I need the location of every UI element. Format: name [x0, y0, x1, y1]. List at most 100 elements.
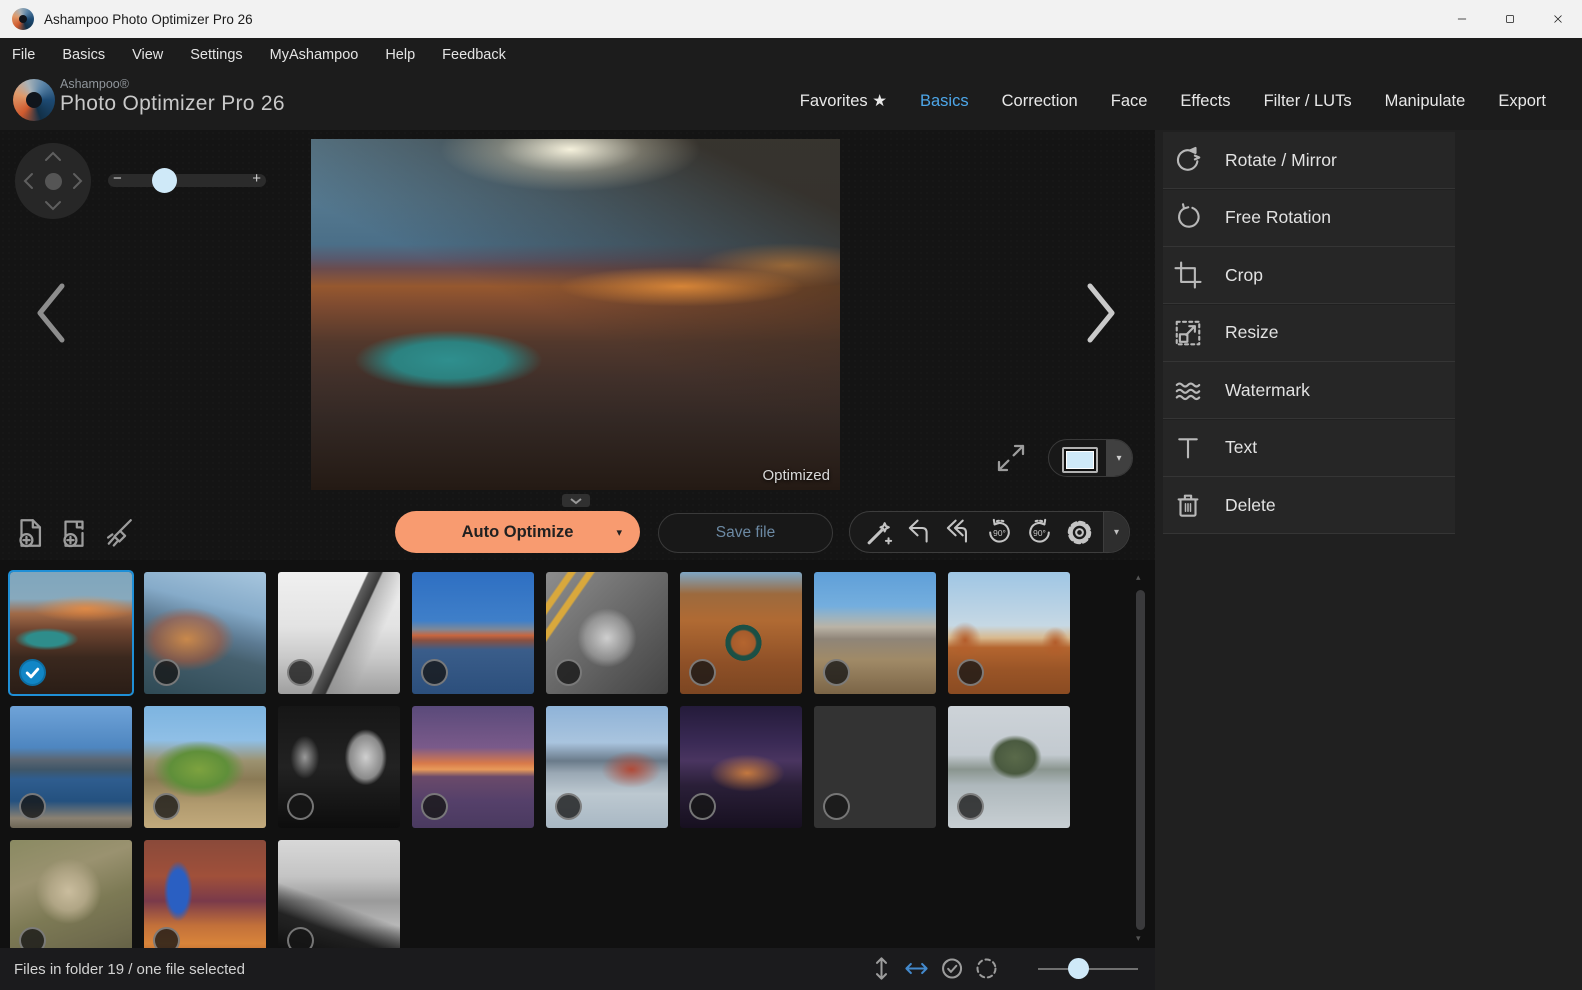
tool-resize[interactable]: Resize [1163, 305, 1455, 362]
menu-file[interactable]: File [12, 47, 35, 63]
clear-list-button[interactable] [101, 516, 135, 550]
select-badge[interactable] [957, 659, 984, 686]
select-badge[interactable] [555, 793, 582, 820]
thumbnail-old-green-truck[interactable] [144, 706, 266, 828]
thumbnail-mailboxes-row[interactable] [814, 572, 936, 694]
tool-crop[interactable]: Crop [1163, 247, 1455, 304]
add-folder-button[interactable] [57, 516, 91, 550]
thumbnail-sunset-city-skyline[interactable] [412, 706, 534, 828]
tab-filter-luts[interactable]: Filter / LUTs [1264, 92, 1352, 111]
select-badge[interactable] [19, 927, 46, 948]
fit-horizontal-icon[interactable] [903, 955, 930, 982]
thumbnail-red-boathouse-fjord[interactable] [546, 706, 668, 828]
view-mode-dropdown[interactable]: ▾ [1106, 440, 1132, 476]
fit-vertical-icon[interactable] [868, 955, 895, 982]
tab-basics[interactable]: Basics [920, 92, 969, 111]
settings-gear-button[interactable] [1064, 517, 1095, 548]
tab-correction[interactable]: Correction [1002, 92, 1078, 111]
show-optimized-icon[interactable] [938, 955, 965, 982]
menu-help[interactable]: Help [385, 47, 415, 63]
zoom-slider-thumb[interactable] [152, 168, 177, 193]
rotate-left-90-button[interactable]: 90° [984, 517, 1015, 548]
thumbnail-route-66-road-bw[interactable] [546, 572, 668, 694]
tab-manipulate[interactable]: Manipulate [1385, 92, 1466, 111]
menu-myashampoo[interactable]: MyAshampoo [270, 47, 359, 63]
close-button[interactable] [1534, 0, 1582, 38]
maximize-icon [1503, 12, 1517, 26]
rotate-right-90-button[interactable]: 90° [1024, 517, 1055, 548]
selected-check-badge[interactable] [19, 659, 46, 686]
menu-settings[interactable]: Settings [190, 47, 242, 63]
add-file-button[interactable] [13, 516, 47, 550]
select-badge[interactable] [287, 927, 314, 948]
select-badge[interactable] [421, 793, 448, 820]
magic-wand-plus-button[interactable] [864, 517, 895, 548]
tab-favorites[interactable]: Favorites ★ [800, 91, 887, 111]
thumbnail-scrollbar[interactable]: ▴ ▾ [1135, 560, 1147, 948]
tab-face[interactable]: Face [1111, 92, 1148, 111]
select-badge[interactable] [823, 793, 850, 820]
select-badge[interactable] [153, 927, 180, 948]
menu-view[interactable]: View [132, 47, 163, 63]
minimize-button[interactable] [1438, 0, 1486, 38]
preview-image[interactable]: Optimized [311, 139, 840, 490]
history-dropdown[interactable]: ▾ [1103, 512, 1129, 552]
select-badge[interactable] [153, 793, 180, 820]
undo-button[interactable] [904, 517, 935, 548]
thumbnail-venice-gondolas-bw[interactable] [278, 840, 400, 948]
pending-optimization-icon[interactable] [973, 955, 1000, 982]
tool-text[interactable]: Text [1163, 420, 1455, 477]
thumbnail-lofoten-harbor[interactable] [10, 706, 132, 828]
scroll-up-icon[interactable]: ▴ [1136, 572, 1141, 583]
thumbnail-golden-gate-fog-bw[interactable] [278, 572, 400, 694]
menu-feedback[interactable]: Feedback [442, 47, 506, 63]
thumbnail-size-slider[interactable] [1038, 968, 1138, 970]
thumbnail-horseshoe-bend[interactable] [680, 572, 802, 694]
select-badge[interactable] [153, 659, 180, 686]
menu-basics[interactable]: Basics [62, 47, 105, 63]
thumbnail-skyline-reflection[interactable] [814, 706, 936, 828]
select-badge[interactable] [287, 793, 314, 820]
scrollbar-thumb[interactable] [1136, 590, 1145, 930]
thumbnail-night-city-skyline[interactable] [680, 706, 802, 828]
pan-control[interactable] [15, 143, 91, 219]
brand-name: Ashampoo® [60, 78, 285, 92]
select-badge[interactable] [19, 793, 46, 820]
select-badge[interactable] [823, 659, 850, 686]
fullscreen-expand-icon[interactable] [995, 442, 1027, 474]
select-badge[interactable] [555, 659, 582, 686]
maximize-button[interactable] [1486, 0, 1534, 38]
thumbnail-buddha-statue[interactable] [10, 840, 132, 948]
zoom-out-label[interactable]: − [113, 170, 122, 187]
auto-optimize-button[interactable]: Auto Optimize ▾ [395, 511, 640, 553]
tool-watermark[interactable]: Watermark [1163, 362, 1455, 419]
thumbnail-boathouses-harbor[interactable] [412, 572, 534, 694]
tab-effects[interactable]: Effects [1180, 92, 1230, 111]
undo-all-button[interactable] [944, 517, 975, 548]
thumbnail-cinque-terre-village[interactable] [144, 572, 266, 694]
thumbnail-lake-bled-church[interactable] [948, 706, 1070, 828]
save-file-button[interactable]: Save file [658, 513, 833, 553]
view-mode-button[interactable]: ▾ [1048, 439, 1133, 477]
select-badge[interactable] [287, 659, 314, 686]
collapse-preview-button[interactable] [562, 494, 590, 507]
thumbnail-stairs-archway-bw[interactable] [278, 706, 400, 828]
tab-export[interactable]: Export [1498, 92, 1546, 111]
thumbnail-size-slider-thumb[interactable] [1068, 958, 1089, 979]
thumbnail-canyon-lake-sunset[interactable] [10, 572, 132, 694]
auto-optimize-dropdown-icon[interactable]: ▾ [616, 526, 622, 539]
zoom-slider[interactable]: − + [108, 174, 266, 187]
thumbnail-monument-valley[interactable] [948, 572, 1070, 694]
thumbnail-incense-temple[interactable] [144, 840, 266, 948]
tool-free-rotation[interactable]: Free Rotation [1163, 190, 1455, 247]
select-badge[interactable] [421, 659, 448, 686]
select-badge[interactable] [689, 659, 716, 686]
tool-rotate-mirror[interactable]: Rotate / Mirror [1163, 132, 1455, 189]
select-badge[interactable] [689, 793, 716, 820]
next-image-button[interactable] [1078, 280, 1124, 346]
zoom-in-label[interactable]: + [252, 170, 261, 187]
tool-delete[interactable]: Delete [1163, 477, 1455, 534]
select-badge[interactable] [957, 793, 984, 820]
previous-image-button[interactable] [28, 280, 74, 346]
scroll-down-icon[interactable]: ▾ [1136, 933, 1141, 944]
